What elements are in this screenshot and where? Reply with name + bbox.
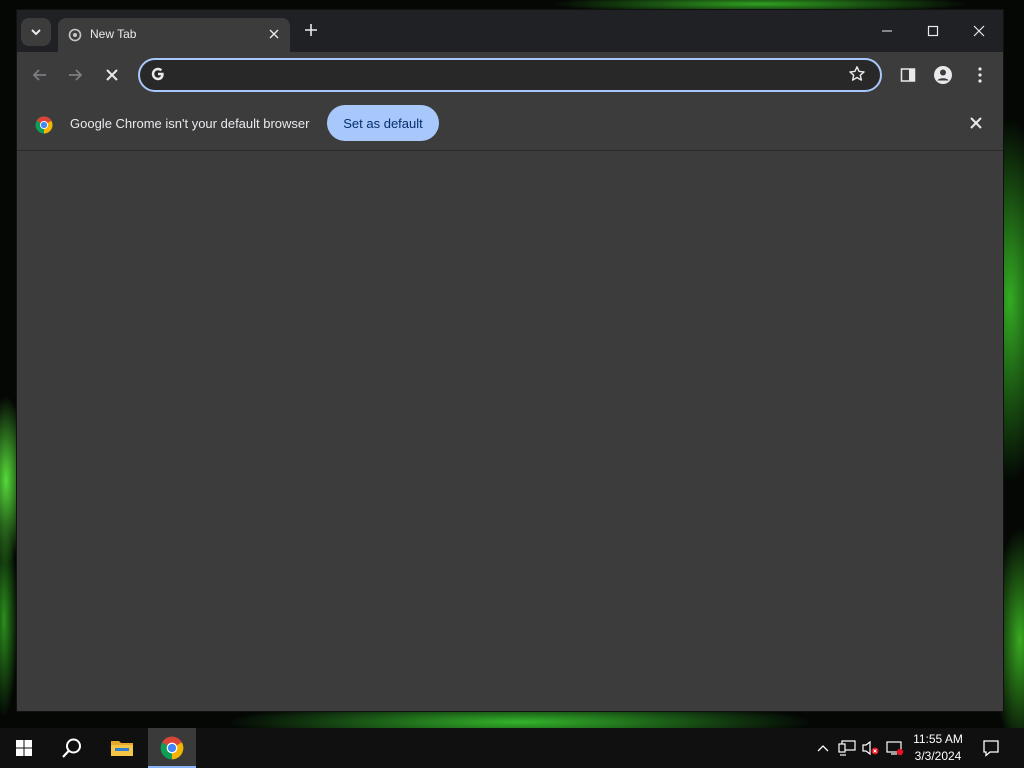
tab-close-button[interactable] <box>266 27 282 42</box>
new-tab-favicon-icon <box>68 28 82 42</box>
address-input[interactable] <box>174 64 838 88</box>
star-icon <box>849 66 865 81</box>
taskbar-clock[interactable]: 11:55 AM 3/3/2024 <box>906 731 970 765</box>
close-icon <box>106 69 118 81</box>
page-content[interactable] <box>17 151 1003 711</box>
clock-time: 11:55 AM <box>913 732 963 746</box>
infobar-close-button[interactable] <box>967 114 985 132</box>
chrome-logo-icon <box>35 116 53 134</box>
address-bar[interactable] <box>138 58 882 92</box>
action-center-button[interactable] <box>981 738 1001 758</box>
notification-icon <box>983 740 999 757</box>
chrome-icon <box>160 736 184 760</box>
profile-button[interactable] <box>931 63 955 87</box>
browser-toolbar <box>17 52 1003 98</box>
account-icon <box>934 66 952 84</box>
maximize-icon <box>927 25 939 37</box>
taskbar-file-explorer[interactable] <box>98 728 146 768</box>
chrome-window: New Tab Google Chrome isn't your default… <box>17 10 1003 711</box>
tab-strip: New Tab <box>17 10 1003 52</box>
default-browser-infobar: Google Chrome isn't your default browser… <box>17 98 1003 151</box>
stop-loading-button[interactable] <box>100 63 124 87</box>
minimize-button[interactable] <box>864 18 910 44</box>
display-tray-icon[interactable] <box>885 738 905 758</box>
infobar-message: Google Chrome isn't your default browser <box>70 116 310 131</box>
close-window-button[interactable] <box>956 18 1002 44</box>
taskbar-search-button[interactable] <box>48 728 96 768</box>
close-icon <box>970 117 982 129</box>
close-icon <box>269 29 279 39</box>
side-panel-icon <box>900 68 916 82</box>
new-tab-button[interactable] <box>301 22 321 42</box>
chevron-up-icon <box>817 745 829 752</box>
taskbar-chrome[interactable] <box>148 728 196 768</box>
plus-icon <box>305 24 317 36</box>
network-icon <box>838 740 856 756</box>
bookmark-button[interactable] <box>848 65 868 85</box>
arrow-right-icon <box>69 69 83 81</box>
back-button[interactable] <box>28 63 52 87</box>
search-icon <box>62 738 81 758</box>
close-icon <box>973 25 985 37</box>
network-tray-icon[interactable] <box>837 738 857 758</box>
forward-button[interactable] <box>63 63 87 87</box>
tab-search-button[interactable] <box>21 18 51 46</box>
google-g-icon <box>151 67 164 81</box>
minimize-icon <box>882 30 892 32</box>
volume-tray-icon[interactable] <box>860 738 880 758</box>
more-vertical-icon <box>978 67 982 83</box>
volume-muted-icon <box>862 740 879 756</box>
clock-date: 3/3/2024 <box>914 749 962 763</box>
chevron-down-icon <box>31 29 41 36</box>
chrome-menu-button[interactable] <box>968 63 992 87</box>
monitor-alert-icon <box>886 741 904 756</box>
folder-icon <box>111 741 133 756</box>
tab-title: New Tab <box>90 27 137 41</box>
start-button[interactable] <box>0 728 48 768</box>
show-hidden-icons-button[interactable] <box>813 738 833 758</box>
windows-logo-icon <box>16 740 32 756</box>
taskbar: 11:55 AM 3/3/2024 <box>0 728 1024 768</box>
maximize-button[interactable] <box>910 18 956 44</box>
tab-new-tab[interactable]: New Tab <box>58 18 290 52</box>
set-as-default-button[interactable]: Set as default <box>327 105 439 141</box>
arrow-left-icon <box>32 69 46 81</box>
side-panel-button[interactable] <box>896 63 920 87</box>
